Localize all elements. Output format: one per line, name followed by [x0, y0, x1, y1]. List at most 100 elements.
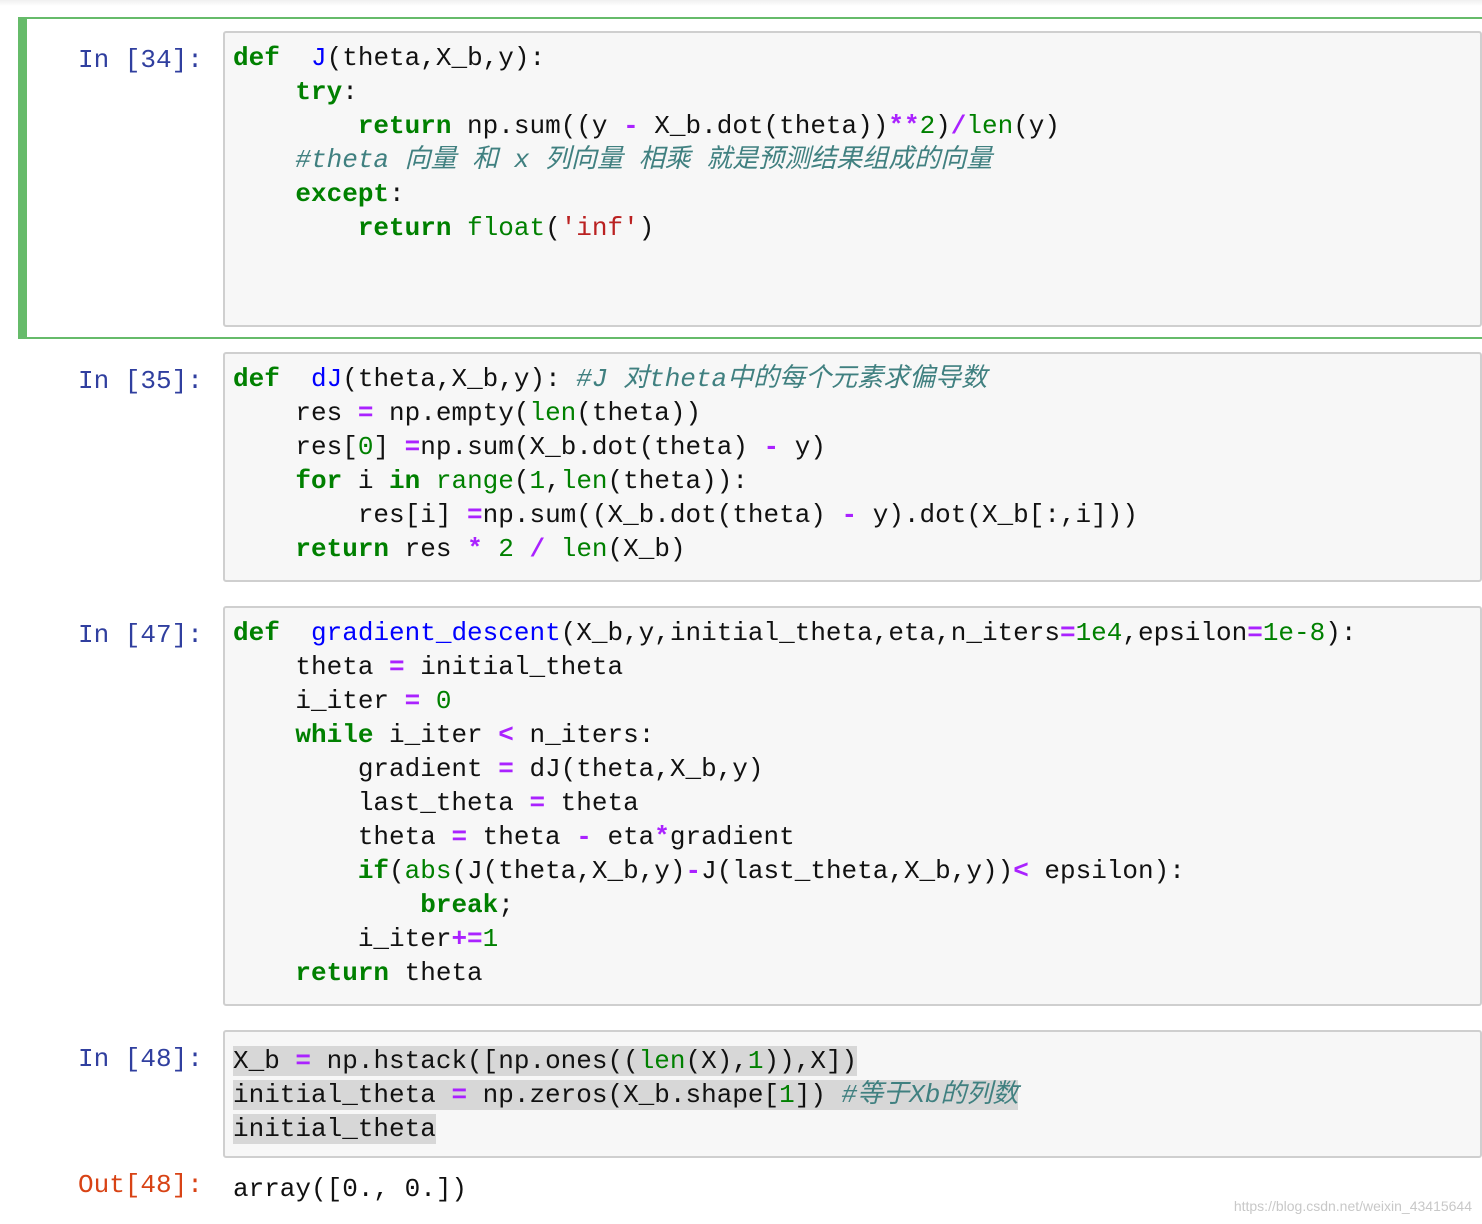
code-token: y).dot(X_b[:,i]))	[857, 500, 1138, 530]
code-token: ,	[545, 466, 561, 496]
code-token: X_b	[233, 1046, 296, 1076]
code-token: 1	[779, 1080, 795, 1110]
code-token: while	[295, 720, 374, 750]
code-token: abs	[404, 856, 452, 886]
code-token: =	[529, 788, 546, 818]
code-token: +=	[451, 924, 483, 954]
code-cell-47[interactable]: In [47]: def gradient_descent(X_b,y,init…	[18, 604, 1482, 1006]
input-prompt: In [47]:	[78, 620, 203, 650]
code-token: ,epsilon	[1122, 618, 1248, 648]
code-token: ]	[373, 432, 405, 462]
code-token: (theta))	[576, 398, 702, 428]
input-prompt: In [48]:	[78, 1044, 203, 1074]
code-token: i_iter	[373, 720, 499, 750]
code-token: np.sum(X_b.dot(theta)	[420, 432, 764, 462]
code-token: =	[498, 754, 514, 784]
code-token: try	[295, 77, 343, 107]
code-token: return	[357, 111, 452, 141]
code-token: :	[389, 179, 405, 209]
input-prompt: In [35]:	[78, 366, 203, 396]
code-token: dJ(theta,X_b,y)	[513, 754, 764, 784]
code-cell-48[interactable]: In [48]: X_b = np.hstack([np.ones((len(X…	[18, 1028, 1482, 1218]
code-token: break	[420, 890, 499, 920]
code-token: in	[389, 466, 421, 496]
code-token: np.sum((y	[451, 111, 624, 141]
code-line: res = np.empty(len(theta))	[233, 398, 701, 428]
code-token: np.empty(	[373, 398, 530, 428]
code-token: X_b.dot(theta))	[638, 111, 889, 141]
code-editor[interactable]: X_b = np.hstack([np.ones((len(X),1)),X])…	[223, 1030, 1482, 1158]
code-token: )),X])	[763, 1046, 858, 1076]
code-token: <	[1013, 856, 1029, 886]
code-token: /	[950, 111, 967, 141]
code-token: len	[638, 1046, 686, 1076]
code-token: =	[404, 432, 421, 462]
code-token: theta	[233, 822, 452, 852]
code-cell-35[interactable]: In [35]: def dJ(theta,X_b,y): #J 对theta中…	[18, 350, 1482, 582]
code-line: return np.sum((y - X_b.dot(theta))**2)/l…	[233, 111, 1060, 141]
code-token: *	[467, 534, 483, 564]
output-prompt: Out[48]:	[78, 1170, 203, 1200]
code-token: =	[451, 1080, 468, 1110]
code-token: i_iter	[233, 924, 452, 954]
code-token: 0	[435, 686, 452, 716]
code-token: =	[357, 398, 374, 428]
code-token: res[i]	[233, 500, 468, 530]
code-token: eta	[591, 822, 655, 852]
code-token: -	[685, 856, 702, 886]
code-editor[interactable]: def gradient_descent(X_b,y,initial_theta…	[223, 606, 1482, 1006]
code-token: 2	[919, 111, 936, 141]
code-editor[interactable]: def dJ(theta,X_b,y): #J 对theta中的每个元素求偏导数…	[223, 352, 1482, 582]
code-token: theta	[467, 822, 577, 852]
code-text[interactable]: def J(theta,X_b,y): try: return np.sum((…	[225, 33, 1480, 245]
code-line: res[0] =np.sum(X_b.dot(theta) - y)	[233, 432, 826, 462]
code-token: return	[295, 534, 390, 564]
output-text: array([0., 0.])	[233, 1174, 468, 1204]
code-token: 'inf'	[560, 213, 639, 243]
code-line: def dJ(theta,X_b,y): #J 对theta中的每个元素求偏导数	[233, 364, 987, 394]
code-token: (X_b,y,initial_theta,eta,n_iters	[560, 618, 1060, 648]
code-token: initial_theta	[404, 652, 624, 682]
code-line: X_b = np.hstack([np.ones((len(X),1)),X])	[233, 1046, 858, 1076]
code-token: #J 对theta中的每个元素求偏导数	[576, 364, 988, 394]
code-text[interactable]: X_b = np.hstack([np.ones((len(X),1)),X])…	[225, 1032, 1480, 1146]
code-text[interactable]: def dJ(theta,X_b,y): #J 对theta中的每个元素求偏导数…	[225, 354, 1480, 566]
code-token: i_iter	[233, 686, 405, 716]
code-token: y)	[779, 432, 826, 462]
code-token: 1e4	[1075, 618, 1123, 648]
code-token: (	[545, 213, 561, 243]
code-token: -	[763, 432, 780, 462]
code-cell-34[interactable]: In [34]: def J(theta,X_b,y): try: return…	[18, 17, 1482, 339]
code-editor[interactable]: def J(theta,X_b,y): try: return np.sum((…	[223, 31, 1482, 327]
code-token: def	[233, 618, 280, 648]
code-line: return theta	[233, 958, 482, 988]
code-token: *	[654, 822, 670, 852]
notebook: In [34]: def J(theta,X_b,y): try: return…	[0, 0, 1482, 1224]
code-token: len	[560, 534, 608, 564]
code-token: return	[357, 213, 452, 243]
code-token: np.zeros(X_b.shape[	[467, 1080, 780, 1110]
code-token: (X_b)	[607, 534, 686, 564]
code-token: theta	[233, 652, 390, 682]
code-token: 0	[357, 432, 374, 462]
code-token: res	[389, 534, 468, 564]
code-line: try:	[233, 77, 357, 107]
code-token: return	[295, 958, 390, 988]
code-token: #theta 向量 和 x 列向量 相乘 就是预测结果组成的向量	[295, 145, 993, 175]
code-text[interactable]: def gradient_descent(X_b,y,initial_theta…	[225, 608, 1480, 990]
code-line: if(abs(J(theta,X_b,y)-J(last_theta,X_b,y…	[233, 856, 1185, 886]
code-token: epsilon):	[1028, 856, 1185, 886]
code-token: def	[233, 364, 280, 394]
code-line: theta = theta - eta*gradient	[233, 822, 795, 852]
code-line: gradient = dJ(theta,X_b,y)	[233, 754, 764, 784]
code-token: (theta,X_b,y):	[342, 364, 577, 394]
